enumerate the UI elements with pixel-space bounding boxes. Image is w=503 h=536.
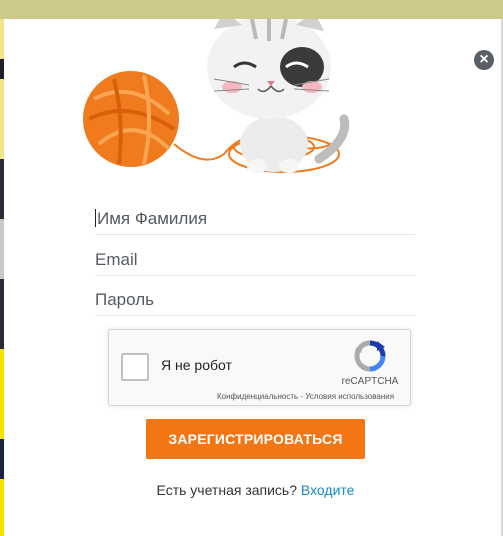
login-prompt-text: Есть учетная запись? xyxy=(156,482,298,498)
email-field[interactable]: Email xyxy=(95,245,415,276)
page-backdrop-top xyxy=(0,0,503,19)
password-field[interactable]: Пароль xyxy=(95,285,415,316)
close-icon[interactable]: × xyxy=(474,50,494,70)
password-placeholder: Пароль xyxy=(95,290,154,309)
login-link[interactable]: Входите xyxy=(301,482,355,498)
recaptcha-label: Я не робот xyxy=(161,357,232,373)
recaptcha-checkbox[interactable] xyxy=(121,353,149,381)
recaptcha-brand: reCAPTCHA xyxy=(341,376,399,387)
recaptcha-logo-icon xyxy=(354,340,386,372)
email-placeholder: Email xyxy=(95,250,138,269)
recaptcha-widget: Я не робот reCAPTCHA Конфиденциальность … xyxy=(108,329,411,406)
text-caret xyxy=(95,209,96,227)
name-field[interactable]: Имя Фамилия xyxy=(95,204,415,235)
registration-modal: × Имя Фамилия Email Пароль Я не робот re… xyxy=(4,19,501,536)
name-placeholder: Имя Фамилия xyxy=(97,209,208,228)
cat-with-yarn-illustration xyxy=(83,19,350,173)
register-button[interactable]: ЗАРЕГИСТРИРОВАТЬСЯ xyxy=(146,419,365,459)
recaptcha-privacy-terms[interactable]: Конфиденциальность - Условия использован… xyxy=(217,392,394,401)
login-prompt: Есть учетная запись? Входите xyxy=(4,482,503,498)
